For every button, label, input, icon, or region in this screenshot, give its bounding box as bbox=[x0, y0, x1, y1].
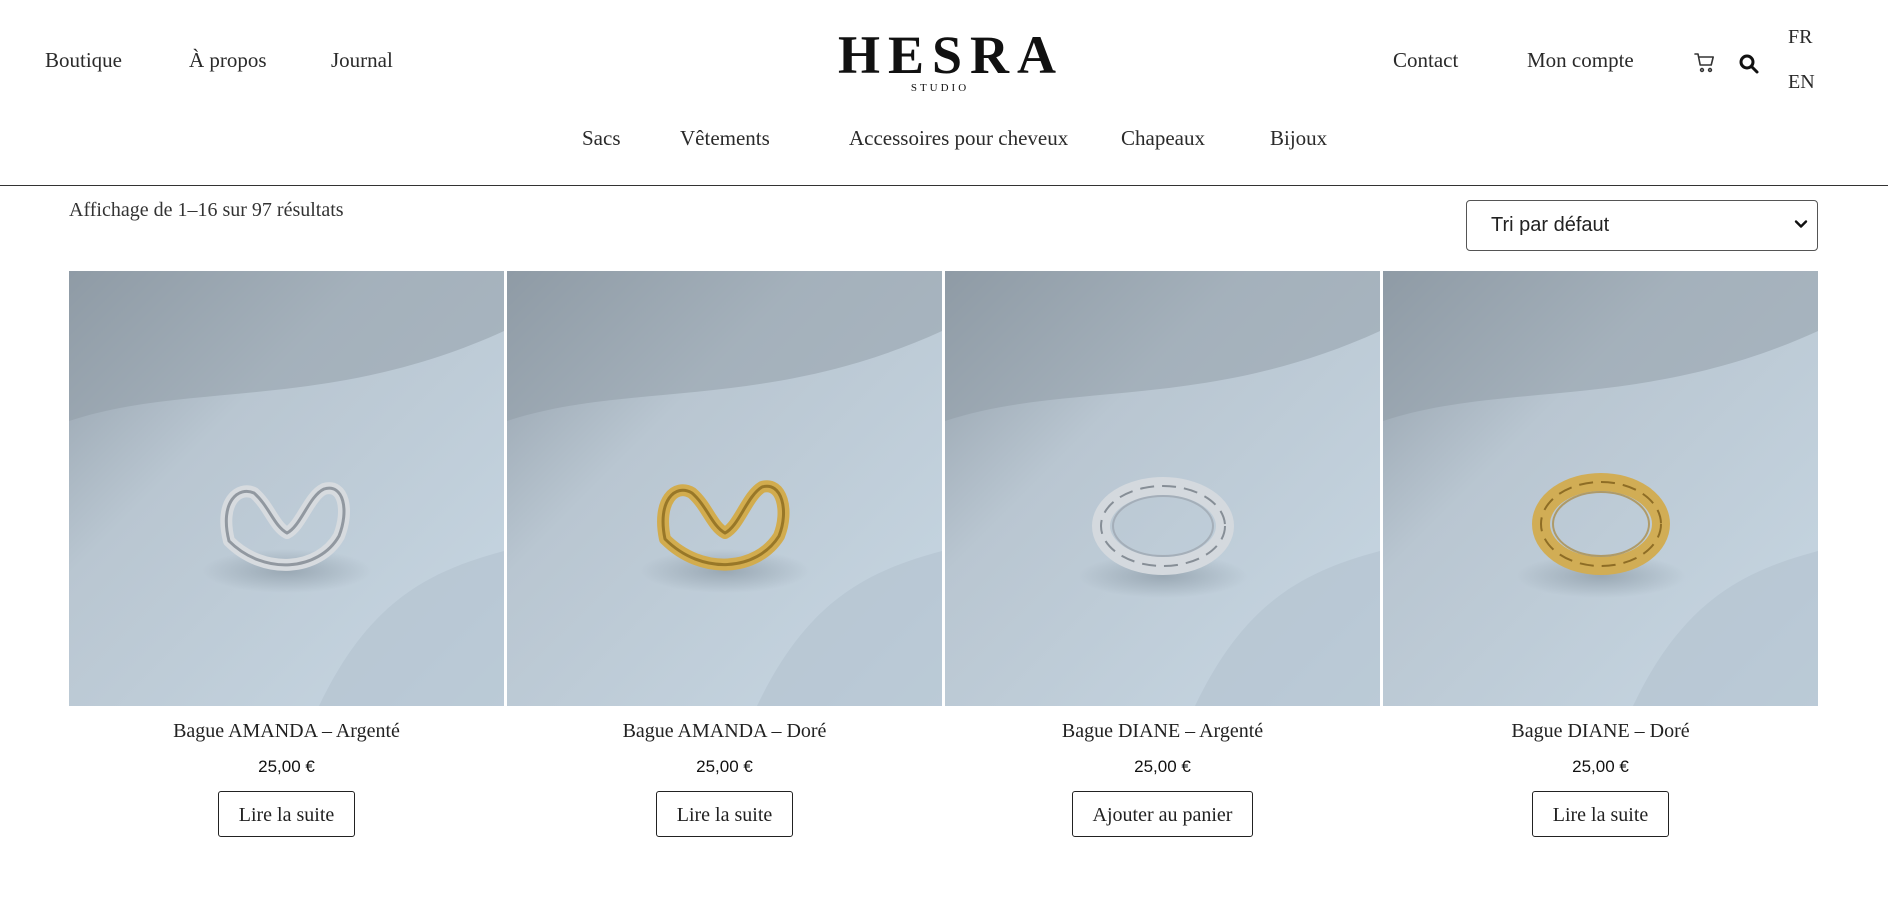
product-price: 25,00 € bbox=[1134, 757, 1191, 776]
chevron-down-icon bbox=[1794, 220, 1808, 228]
result-count: Affichage de 1–16 sur 97 résultats bbox=[69, 199, 344, 221]
lang-fr[interactable]: FR bbox=[1788, 26, 1812, 49]
read-more-button[interactable]: Lire la suite bbox=[655, 791, 794, 837]
logo-wordmark: HESRA bbox=[838, 25, 1065, 85]
page: Boutique À propos Journal HESRA STUDIO C… bbox=[0, 0, 1888, 917]
nav-mon-compte[interactable]: Mon compte bbox=[1527, 48, 1634, 73]
nav-journal[interactable]: Journal bbox=[331, 48, 393, 73]
category-sacs[interactable]: Sacs bbox=[582, 126, 621, 151]
nav-a-propos[interactable]: À propos bbox=[189, 48, 267, 73]
product-title[interactable]: Bague DIANE – Argenté bbox=[1062, 720, 1263, 743]
product-image[interactable] bbox=[1383, 271, 1818, 706]
product-card: Bague DIANE – Argenté 25,00 € Ajouter au… bbox=[945, 271, 1380, 837]
read-more-button[interactable]: Lire la suite bbox=[1531, 791, 1670, 837]
add-to-cart-button[interactable]: Ajouter au panier bbox=[1071, 791, 1254, 837]
category-bijoux[interactable]: Bijoux bbox=[1270, 126, 1327, 151]
product-card: Bague DIANE – Doré 25,00 € Lire la suite bbox=[1383, 271, 1818, 837]
product-card: Bague AMANDA – Doré 25,00 € Lire la suit… bbox=[507, 271, 942, 837]
product-title[interactable]: Bague AMANDA – Argenté bbox=[173, 720, 400, 743]
product-image[interactable] bbox=[945, 271, 1380, 706]
product-title[interactable]: Bague DIANE – Doré bbox=[1511, 720, 1689, 743]
product-card: Bague AMANDA – Argenté 25,00 € Lire la s… bbox=[69, 271, 504, 837]
category-chapeaux[interactable]: Chapeaux bbox=[1121, 126, 1205, 151]
product-image[interactable] bbox=[507, 271, 942, 706]
product-price: 25,00 € bbox=[696, 757, 753, 776]
sort-select[interactable]: Tri par défaut bbox=[1466, 200, 1818, 251]
product-image[interactable] bbox=[69, 271, 504, 706]
sort-selected-value: Tri par défaut bbox=[1491, 214, 1610, 236]
product-price: 25,00 € bbox=[258, 757, 315, 776]
category-accessoires-cheveux[interactable]: Accessoires pour cheveux bbox=[849, 126, 1068, 151]
nav-boutique[interactable]: Boutique bbox=[45, 48, 122, 73]
product-title[interactable]: Bague AMANDA – Doré bbox=[623, 720, 827, 743]
nav-contact[interactable]: Contact bbox=[1393, 48, 1458, 73]
header-divider bbox=[0, 185, 1888, 186]
product-price: 25,00 € bbox=[1572, 757, 1629, 776]
site-logo[interactable]: HESRA STUDIO bbox=[830, 25, 1065, 94]
read-more-button[interactable]: Lire la suite bbox=[217, 791, 356, 837]
cart-icon[interactable] bbox=[1693, 51, 1717, 75]
lang-en[interactable]: EN bbox=[1788, 71, 1815, 94]
product-grid: Bague AMANDA – Argenté 25,00 € Lire la s… bbox=[69, 271, 1819, 837]
category-vetements[interactable]: Vêtements bbox=[680, 126, 770, 151]
search-icon[interactable] bbox=[1737, 52, 1761, 76]
